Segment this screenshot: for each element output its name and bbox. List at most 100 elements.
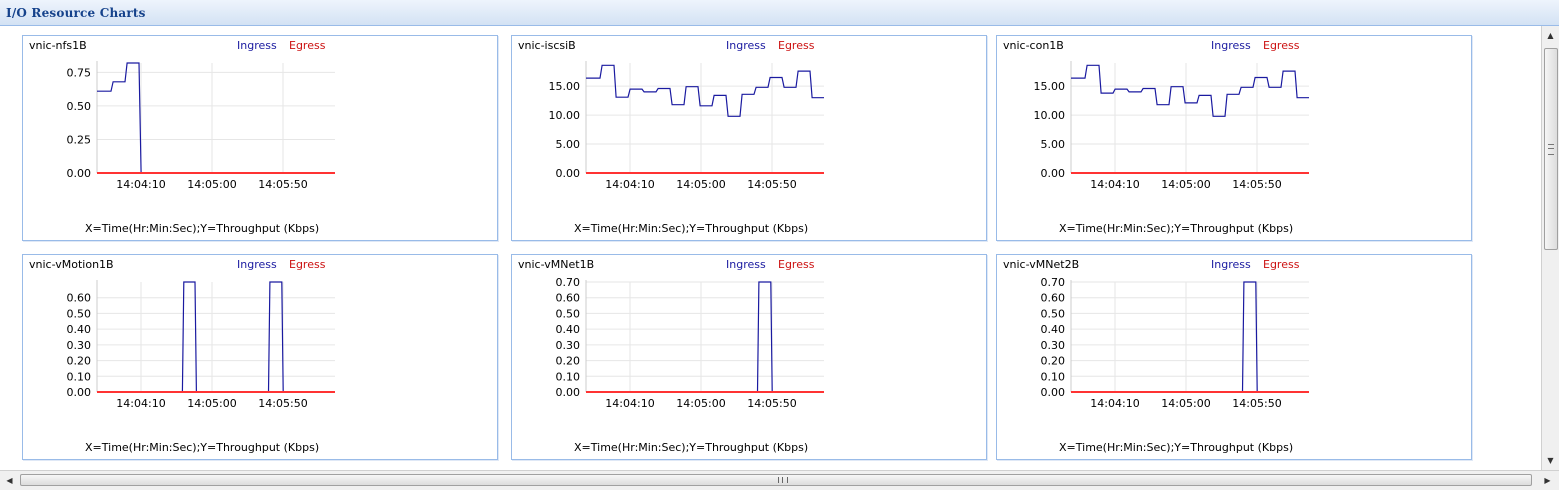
series-ingress xyxy=(1071,64,1309,117)
y-tick-label: 0.30 xyxy=(67,339,92,352)
chart-panel-5: vnic-vMNet2B Ingress Egress 0.00 0.10 0.20 0.3… xyxy=(996,254,1472,460)
y-tick-label: 0.50 xyxy=(67,307,92,320)
series-ingress xyxy=(97,281,335,393)
y-tick-label: 0.70 xyxy=(556,276,581,289)
y-tick-label: 0.10 xyxy=(1041,370,1066,383)
y-tick-label: 0.60 xyxy=(1041,292,1066,305)
y-tick-label: 15.00 xyxy=(549,80,581,93)
chart-caption: X=Time(Hr:Min:Sec);Y=Throughput (Kbps) xyxy=(1059,222,1293,235)
chart-title: vnic-nfs1B xyxy=(29,39,87,52)
grip-icon xyxy=(778,477,788,483)
chart-panel-2: vnic-con1B Ingress Egress 0.00 5.00 10.00 15.0… xyxy=(996,35,1472,241)
x-tick-label: 14:04:10 xyxy=(1090,178,1139,191)
y-tick-label: 0.40 xyxy=(67,323,92,336)
x-tick-label: 14:05:50 xyxy=(1232,178,1281,191)
legend-ingress: Ingress xyxy=(1211,258,1251,271)
scroll-left-icon[interactable]: ◀ xyxy=(1,472,18,489)
y-tick-label: 0.00 xyxy=(67,167,92,180)
x-tick-label: 14:05:00 xyxy=(676,397,725,410)
panel-header: I/O Resource Charts xyxy=(0,0,1559,26)
series-ingress xyxy=(97,62,335,174)
y-tick-label: 10.00 xyxy=(549,109,581,122)
x-tick-label: 14:05:50 xyxy=(258,178,307,191)
chart-caption: X=Time(Hr:Min:Sec);Y=Throughput (Kbps) xyxy=(574,222,808,235)
y-tick-label: 0.70 xyxy=(1041,276,1066,289)
y-tick-label: 0.30 xyxy=(1041,339,1066,352)
y-tick-label: 10.00 xyxy=(1034,109,1066,122)
chart-caption: X=Time(Hr:Min:Sec);Y=Throughput (Kbps) xyxy=(574,441,808,454)
legend-egress: Egress xyxy=(289,39,326,52)
legend-ingress: Ingress xyxy=(1211,39,1251,52)
legend-egress: Egress xyxy=(1263,258,1300,271)
series-ingress xyxy=(1071,281,1309,393)
legend-ingress: Ingress xyxy=(237,39,277,52)
x-tick-label: 14:05:50 xyxy=(747,178,796,191)
x-tick-label: 14:05:00 xyxy=(1161,397,1210,410)
y-tick-label: 0.60 xyxy=(67,292,92,305)
vertical-scroll-thumb[interactable] xyxy=(1544,48,1558,250)
chart-panel-0: vnic-nfs1B Ingress Egress 0.00 0.25 0.50 0.75 1… xyxy=(22,35,498,241)
grip-icon xyxy=(1548,144,1554,155)
y-tick-label: 0.75 xyxy=(67,66,92,79)
y-tick-label: 0.40 xyxy=(1041,323,1066,336)
x-tick-label: 14:04:10 xyxy=(116,178,165,191)
x-tick-label: 14:05:50 xyxy=(747,397,796,410)
x-tick-label: 14:04:10 xyxy=(605,397,654,410)
y-tick-label: 0.25 xyxy=(67,133,92,146)
y-tick-label: 0.20 xyxy=(1041,355,1066,368)
chart-panel-4: vnic-vMNet1B Ingress Egress 0.00 0.10 0.20 0.3… xyxy=(511,254,987,460)
y-tick-label: 0.00 xyxy=(556,167,581,180)
chart-title: vnic-iscsiB xyxy=(518,39,576,52)
y-tick-label: 0.30 xyxy=(556,339,581,352)
chart-title: vnic-vMNet2B xyxy=(1003,258,1079,271)
y-tick-label: 5.00 xyxy=(556,138,581,151)
scroll-up-icon[interactable]: ▲ xyxy=(1542,27,1559,44)
y-tick-label: 0.60 xyxy=(556,292,581,305)
y-tick-label: 0.10 xyxy=(556,370,581,383)
y-tick-label: 0.20 xyxy=(556,355,581,368)
x-tick-label: 14:05:00 xyxy=(1161,178,1210,191)
y-tick-label: 0.40 xyxy=(556,323,581,336)
legend-egress: Egress xyxy=(289,258,326,271)
y-tick-label: 5.00 xyxy=(1041,138,1066,151)
y-tick-label: 0.50 xyxy=(556,307,581,320)
y-tick-label: 0.00 xyxy=(1041,167,1066,180)
chart-title: vnic-vMNet1B xyxy=(518,258,594,271)
chart-panel-1: vnic-iscsiB Ingress Egress 0.00 5.00 10.00 15.… xyxy=(511,35,987,241)
x-tick-label: 14:05:50 xyxy=(1232,397,1281,410)
chart-panel-3: vnic-vMotion1B Ingress Egress 0.00 0.10 0.20 0… xyxy=(22,254,498,460)
y-tick-label: 0.10 xyxy=(67,370,92,383)
legend-ingress: Ingress xyxy=(726,258,766,271)
y-tick-label: 0.00 xyxy=(67,386,92,399)
x-tick-label: 14:05:50 xyxy=(258,397,307,410)
chart-title: vnic-vMotion1B xyxy=(29,258,114,271)
y-tick-label: 0.20 xyxy=(67,355,92,368)
scroll-right-icon[interactable]: ▶ xyxy=(1539,472,1556,489)
y-tick-label: 0.50 xyxy=(1041,307,1066,320)
y-tick-label: 0.50 xyxy=(67,100,92,113)
scroll-down-icon[interactable]: ▼ xyxy=(1542,452,1559,469)
x-tick-label: 14:04:10 xyxy=(116,397,165,410)
legend-egress: Egress xyxy=(778,39,815,52)
horizontal-scroll-thumb[interactable] xyxy=(20,474,1532,486)
x-tick-label: 14:05:00 xyxy=(187,178,236,191)
chart-title: vnic-con1B xyxy=(1003,39,1064,52)
x-tick-label: 14:05:00 xyxy=(676,178,725,191)
legend-ingress: Ingress xyxy=(237,258,277,271)
legend-egress: Egress xyxy=(778,258,815,271)
series-ingress xyxy=(586,281,824,393)
y-tick-label: 15.00 xyxy=(1034,80,1066,93)
series-ingress xyxy=(586,64,824,117)
y-tick-label: 0.00 xyxy=(1041,386,1066,399)
legend-ingress: Ingress xyxy=(726,39,766,52)
chart-caption: X=Time(Hr:Min:Sec);Y=Throughput (Kbps) xyxy=(85,441,319,454)
y-tick-label: 0.00 xyxy=(556,386,581,399)
x-tick-label: 14:04:10 xyxy=(1090,397,1139,410)
chart-caption: X=Time(Hr:Min:Sec);Y=Throughput (Kbps) xyxy=(85,222,319,235)
vertical-scrollbar[interactable]: ▲ ▼ xyxy=(1541,26,1559,470)
panel-title: I/O Resource Charts xyxy=(6,6,146,20)
x-tick-label: 14:05:00 xyxy=(187,397,236,410)
horizontal-scrollbar[interactable]: ◀ ▶ xyxy=(0,470,1559,490)
chart-caption: X=Time(Hr:Min:Sec);Y=Throughput (Kbps) xyxy=(1059,441,1293,454)
legend-egress: Egress xyxy=(1263,39,1300,52)
